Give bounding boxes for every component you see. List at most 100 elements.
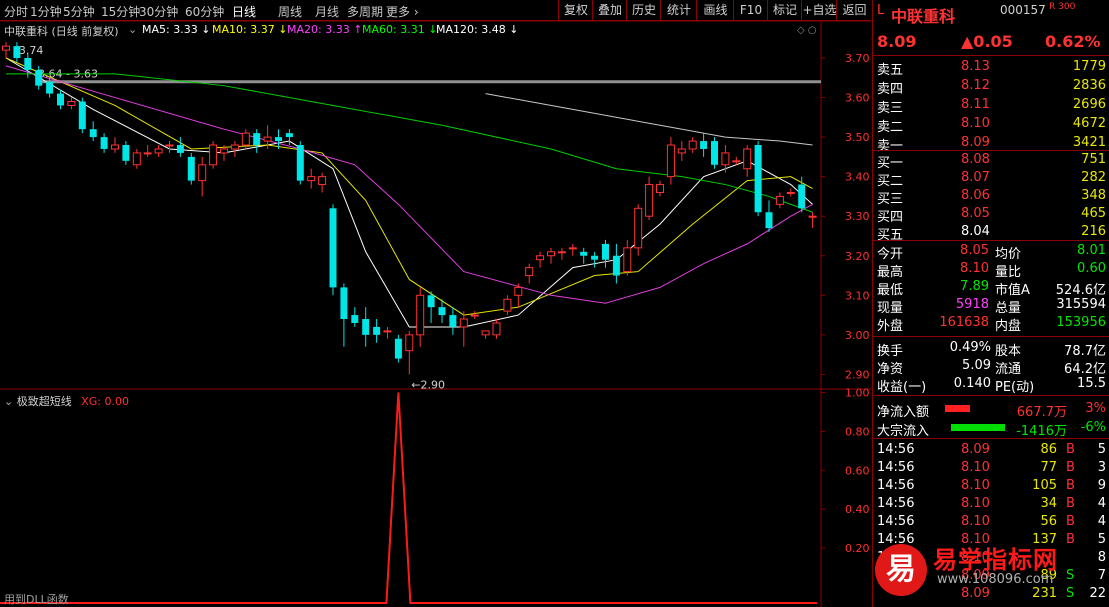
- ma-collapse-icon[interactable]: ⌄: [128, 23, 137, 36]
- tick-count: 4: [1097, 496, 1106, 511]
- ma-line-ma120: [485, 93, 813, 146]
- ask-label: 卖二: [877, 120, 904, 135]
- kline-chart[interactable]: 3.703.603.503.403.303.203.103.002.903.64…: [0, 21, 871, 607]
- toolbar-button[interactable]: 统计: [660, 0, 697, 20]
- timeframe-tab[interactable]: 60分钟: [185, 3, 224, 20]
- tick-count: 5: [1097, 442, 1106, 457]
- timeframe-tab[interactable]: 周线: [278, 3, 302, 20]
- toolbar-button[interactable]: 画线: [696, 0, 734, 20]
- timeframe-tab[interactable]: 30分钟: [139, 3, 178, 20]
- toolbar-button[interactable]: 复权: [558, 0, 593, 20]
- chart-nav-icons[interactable]: ◇ ○: [797, 25, 817, 36]
- candle-body: [591, 255, 599, 260]
- bid-price: 8.05: [961, 206, 990, 221]
- stat-row: 换手 0.49% 股本 78.7亿: [873, 340, 1109, 359]
- sub-axis-label: 0.80: [845, 425, 870, 438]
- candle-body: [394, 338, 402, 359]
- stat-value: 8.05: [960, 243, 989, 258]
- stat-label: 今开: [877, 247, 904, 262]
- timeframe-tab[interactable]: 分时: [4, 3, 28, 20]
- ma-label: MA10: 3.37 ↓: [212, 23, 288, 36]
- candle-body: [623, 247, 632, 273]
- toolbar-button[interactable]: +自选: [801, 0, 837, 20]
- tick-row: 14:56 8.09 86 B 5: [873, 442, 1109, 460]
- stat-label: 股本: [995, 344, 1022, 359]
- candle-body: [514, 286, 523, 296]
- bid-row: 买三 8.06 348: [873, 188, 1109, 207]
- candle-body: [307, 176, 316, 182]
- bid-row: 买一 8.08 751: [873, 152, 1109, 171]
- tick-time: 14:56: [877, 514, 915, 529]
- candle-body: [438, 307, 446, 316]
- tick-row: 14:56 8.10 77 B 3: [873, 460, 1109, 478]
- divider: [873, 395, 1109, 396]
- bid-label: 买三: [877, 192, 904, 207]
- candle-body: [285, 133, 293, 138]
- divider: [873, 240, 1109, 241]
- stat-label: 现量: [877, 301, 904, 316]
- divider: [873, 438, 1109, 439]
- tick-side: B: [1066, 496, 1075, 511]
- bid-label: 买一: [877, 156, 904, 171]
- candle-body: [132, 152, 141, 166]
- bid-volume: 465: [1081, 206, 1106, 221]
- tick-time: 14:56: [877, 442, 915, 457]
- bid-price: 8.08: [961, 152, 990, 167]
- ma-label: MA20: 3.33 ↑: [287, 23, 363, 36]
- flow-bar: [945, 405, 970, 412]
- stat-label: 内盘: [995, 319, 1022, 334]
- candle-body: [634, 207, 643, 249]
- candle-body: [525, 267, 534, 277]
- stat-value: 315594: [1056, 297, 1106, 312]
- ask-label: 卖五: [877, 63, 904, 78]
- toolbar-button[interactable]: 叠加: [592, 0, 627, 20]
- candle-body: [230, 144, 239, 150]
- stat-value: 153956: [1056, 315, 1106, 330]
- stat-value: 8.10: [960, 261, 989, 276]
- stat-row: 今开 8.05 均价 8.01: [873, 243, 1109, 262]
- timeframe-tab[interactable]: 更多 ›: [386, 3, 419, 20]
- candle-body: [645, 184, 654, 217]
- candle-body: [449, 315, 457, 327]
- stat-value: 0.60: [1077, 261, 1106, 276]
- timeframe-tab[interactable]: 月线: [315, 3, 339, 20]
- low-annotation: ←2.90: [411, 378, 445, 391]
- timeframe-tab[interactable]: 1分钟: [30, 3, 62, 20]
- toolbar-button[interactable]: F10: [733, 0, 768, 20]
- stat-row: 最高 8.10 量比 0.60: [873, 261, 1109, 280]
- toolbar-button[interactable]: 返回: [836, 0, 872, 20]
- watermark-title: 易学指标网: [933, 546, 1058, 574]
- candle-body: [89, 129, 97, 138]
- flow-row: 大宗流入 -1416万 -6%: [873, 420, 1109, 439]
- stat-label: 均价: [995, 247, 1022, 262]
- toolbar-button[interactable]: 标记: [767, 0, 802, 20]
- ask-volume: 2696: [1072, 97, 1106, 112]
- candle-body: [656, 184, 664, 193]
- tick-volume: 56: [1040, 514, 1057, 529]
- candle-body: [373, 326, 381, 335]
- sub-axis-label: 0.20: [845, 542, 870, 555]
- divider: [873, 150, 1109, 151]
- sub-axis-label: 0.40: [845, 503, 870, 516]
- timeframe-tab[interactable]: 多周期: [347, 3, 383, 20]
- ask-volume: 2836: [1072, 78, 1106, 93]
- candle-body: [100, 137, 108, 149]
- ask-price: 8.13: [961, 59, 990, 74]
- candle-body: [602, 243, 609, 260]
- candle-body: [492, 322, 501, 336]
- timeframe-tab[interactable]: 15分钟: [101, 3, 140, 20]
- candle-body: [580, 251, 588, 256]
- candle-body: [470, 314, 479, 317]
- sub-chart-collapse-icon[interactable]: ⌄: [4, 395, 17, 408]
- bid-row: 买二 8.07 282: [873, 170, 1109, 189]
- timeframe-tab[interactable]: 5分钟: [63, 3, 95, 20]
- timeframe-tab[interactable]: 日线: [232, 3, 256, 20]
- stock-prefix: L: [877, 3, 885, 18]
- tick-volume: 77: [1040, 460, 1057, 475]
- candle-body: [263, 136, 272, 142]
- stat-label: PE(动): [995, 380, 1035, 395]
- ask-price: 8.09: [961, 135, 990, 150]
- ask-row: 卖四 8.12 2836: [873, 78, 1109, 97]
- toolbar-button[interactable]: 历史: [626, 0, 661, 20]
- candle-body: [165, 144, 174, 147]
